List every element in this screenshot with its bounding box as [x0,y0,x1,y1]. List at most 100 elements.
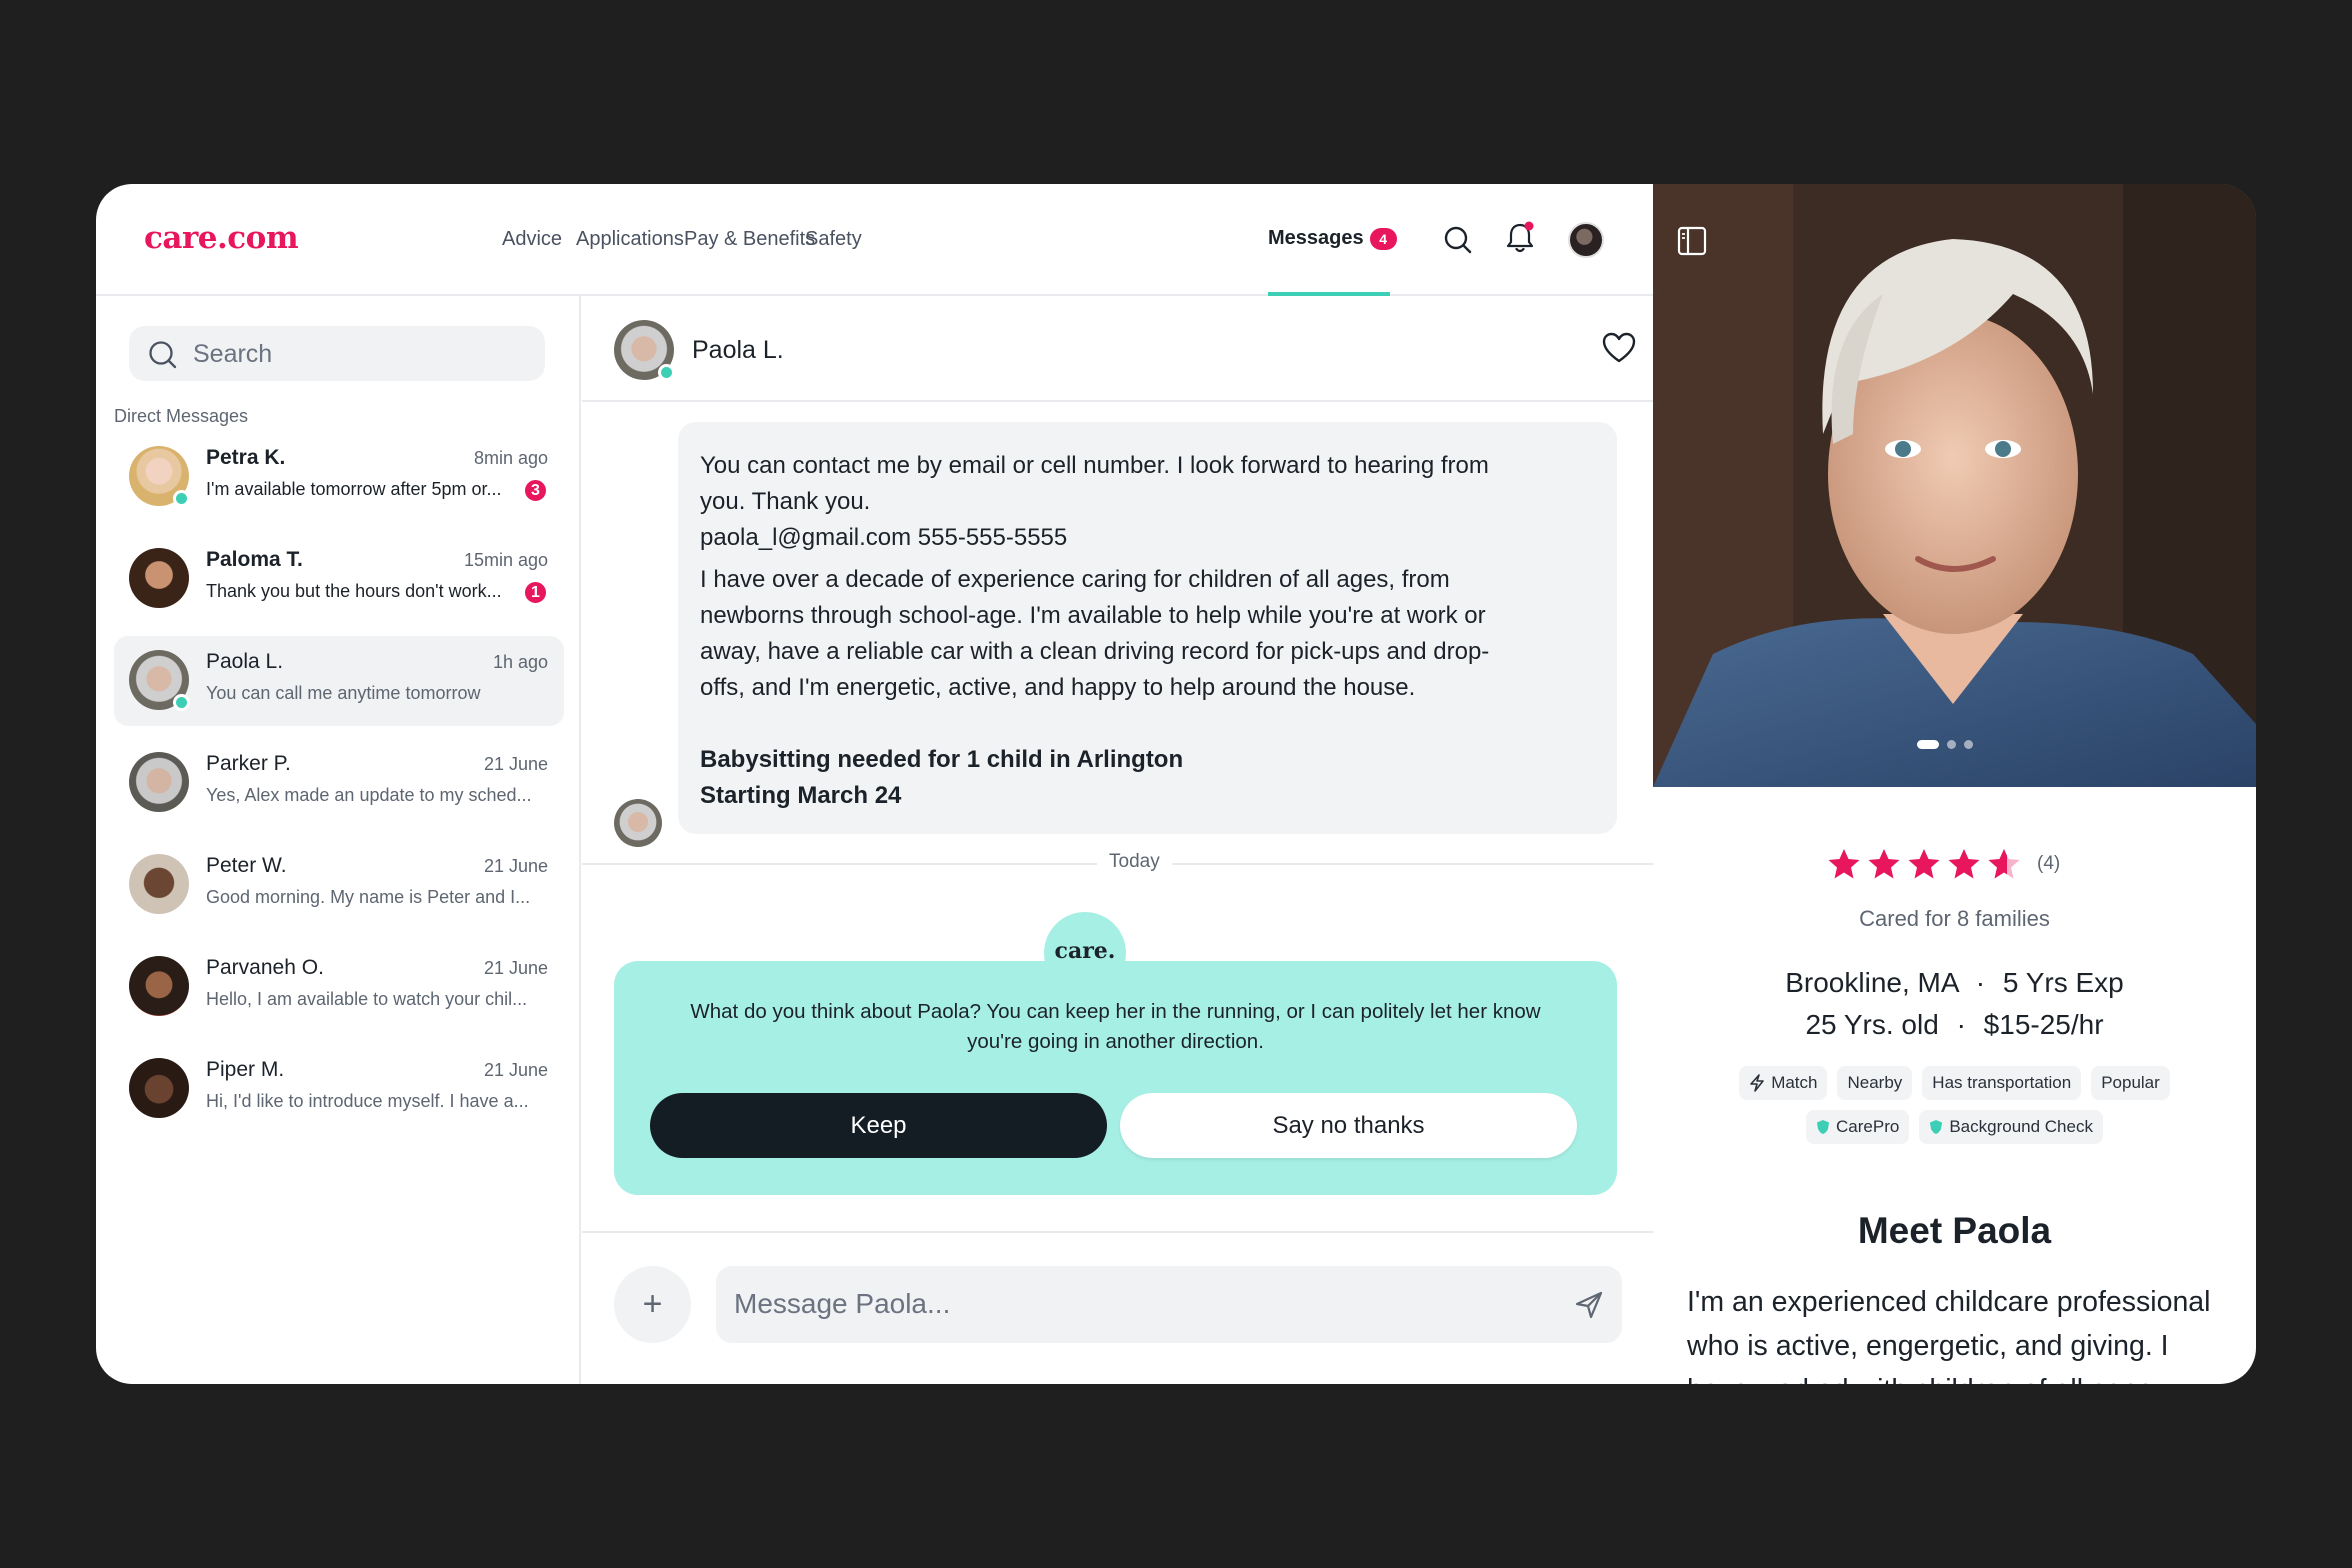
experience: 5 Yrs Exp [2002,967,2124,998]
search-icon [149,341,177,369]
chat-header: Paola L. [582,296,1676,402]
care-prompt-line: you're going in another direction. [967,1030,1264,1053]
conversation-time: 15min ago [463,550,548,570]
conversation-name: Paola L. [206,650,284,673]
nav-pay-benefits[interactable]: Pay & Benefits [684,228,815,251]
conversation-preview: Thank you but the hours don't work... [206,581,502,601]
conversation-preview: You can call me anytime tomorrow [206,683,481,703]
tag-carepro: CarePro [1806,1110,1910,1144]
search-icon[interactable] [1438,220,1478,260]
conversation-item[interactable]: Piper M. 21 June Hi, I'd like to introdu… [114,1044,564,1134]
nav-advice[interactable]: Advice [502,228,562,251]
conversation-name: Paloma T. [206,548,303,571]
profile-summary: Brookline, MA · 5 Yrs Exp 25 Yrs. old · … [1653,962,2256,1046]
message-line: offs, and I'm energetic, active, and hap… [700,674,1416,701]
star-rating: (4) [1827,848,2060,880]
search-input[interactable]: Search [129,326,545,381]
conversation-preview: Hi, I'd like to introduce myself. I have… [206,1091,529,1111]
star-icon [1908,849,1940,879]
carousel-dot-active[interactable] [1917,740,1939,749]
photo-carousel-dots[interactable] [1917,740,1973,749]
sender-avatar [614,799,662,847]
message-line: away, have a reliable car with a clean d… [700,638,1490,665]
tag-nearby: Nearby [1837,1066,1913,1100]
messages-count-badge: 4 [1369,227,1397,250]
location: Brookline, MA [1785,967,1958,998]
profile-photo[interactable] [1653,184,2256,787]
conversation-item-active[interactable]: Paola L. 1h ago You can call me anytime … [114,636,564,726]
conversation-name: Parker P. [206,752,291,775]
send-icon[interactable] [1574,1290,1604,1325]
shield-icon [1930,1120,1943,1134]
separator: · [1975,967,1986,998]
chat-panel: Paola L. You can contact me by email or … [582,296,1676,1384]
conversation-name: Piper M. [206,1058,285,1081]
top-navigation-bar: care.com Advice Applications Pay & Benef… [96,184,1653,296]
job-title: Babysitting needed for 1 child in Arling… [700,746,1184,773]
message-bubble: You can contact me by email or cell numb… [678,422,1617,834]
conversation-name: Peter W. [206,854,287,877]
conversation-item[interactable]: Petra K. 8min ago I'm available tomorrow… [114,432,564,522]
star-icon [1948,849,1980,879]
hourly-rate: $15-25/hr [1983,1009,2104,1040]
message-line: You can contact me by email or cell numb… [700,452,1489,479]
collapse-panel-icon[interactable] [1677,226,1707,261]
star-icon [1828,849,1860,879]
conversation-preview: Hello, I am available to watch your chil… [206,989,528,1009]
composer-divider [582,1231,1653,1233]
profile-tags: Match Nearby Has transportation Popular … [1653,1066,2256,1144]
profile-bio: I'm an experienced childcare professiona… [1687,1286,2211,1384]
conversation-item[interactable]: Parvaneh O. 21 June Hello, I am availabl… [114,942,564,1032]
user-avatar[interactable] [1568,222,1604,258]
app-window: care.com Advice Applications Pay & Benef… [96,184,2256,1384]
profile-portrait [1653,184,2256,787]
avatar [129,548,189,608]
tag-label: Has transportation [1932,1073,2072,1092]
conversation-name: Petra K. [206,446,286,469]
star-icon [1868,849,1900,879]
message-input[interactable]: Message Paola... [716,1266,1622,1343]
unread-badge: 3 [523,478,548,503]
nav-messages[interactable]: Messages 4 [1268,227,1397,250]
lightning-icon [1750,1074,1764,1092]
rating-count[interactable]: (4) [2037,853,2060,875]
avatar [129,1058,189,1118]
conversation-time: 21 June [483,856,548,876]
conversation-time: 21 June [483,1060,548,1080]
carousel-dot[interactable] [1947,740,1956,749]
keep-button[interactable]: Keep [650,1093,1107,1158]
add-attachment-button[interactable]: + [614,1266,691,1343]
cared-for-families: Cared for 8 families [1859,906,2050,931]
age: 25 Yrs. old [1805,1009,1939,1040]
tag-background-check: Background Check [1919,1110,2103,1144]
heart-icon[interactable] [1602,332,1636,369]
separator: · [1956,1009,1966,1040]
message-line: you. Thank you. [700,488,871,515]
care-logo[interactable]: care.com [144,220,299,256]
bell-icon[interactable] [1500,218,1540,258]
carousel-dot[interactable] [1964,740,1973,749]
conversation-preview: I'm available tomorrow after 5pm or... [206,479,502,499]
job-start: Starting March 24 [700,782,902,809]
conversation-preview: Yes, Alex made an update to my sched... [206,785,532,805]
care-prompt: What do you think about Paola? You can k… [650,997,1581,1057]
nav-applications[interactable]: Applications [576,228,684,251]
conversation-item[interactable]: Parker P. 21 June Yes, Alex made an upda… [114,738,564,828]
contact-name[interactable]: Paola L. [692,336,784,365]
conversation-item[interactable]: Peter W. 21 June Good morning. My name i… [114,840,564,930]
tag-label: Popular [2101,1073,2160,1092]
say-no-thanks-button[interactable]: Say no thanks [1120,1093,1577,1158]
tag-label: Background Check [1949,1117,2093,1136]
age-rate-row: 25 Yrs. old · $15-25/hr [1653,1004,2256,1046]
nav-safety[interactable]: Safety [805,228,862,251]
conversation-item[interactable]: Paloma T. 15min ago Thank you but the ho… [114,534,564,624]
conversation-time: 21 June [483,754,548,774]
location-experience-row: Brookline, MA · 5 Yrs Exp [1653,962,2256,1004]
half-star-icon [1988,849,2020,879]
tag-label: Nearby [1847,1073,1903,1092]
conversation-time: 1h ago [492,652,548,672]
date-divider-label: Today [1097,851,1172,873]
tag-match: Match [1739,1066,1828,1100]
conversation-time: 21 June [483,958,548,978]
avatar [129,956,189,1016]
